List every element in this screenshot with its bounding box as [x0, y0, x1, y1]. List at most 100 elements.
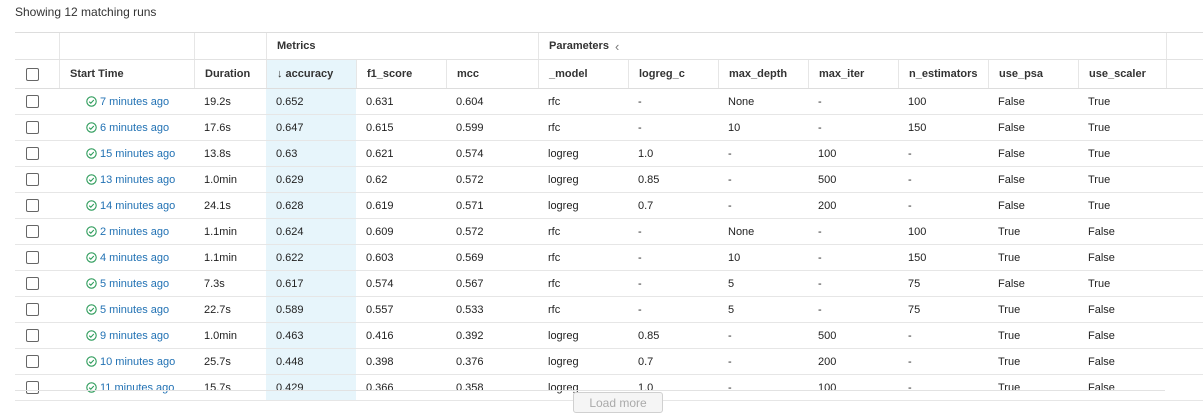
cell-f1-score: 0.615: [366, 121, 394, 134]
header-max-depth[interactable]: max_depth: [718, 60, 808, 88]
cell-accuracy: 0.429: [266, 375, 356, 400]
cell-max-depth: 5: [728, 303, 735, 316]
check-circle-icon: [86, 122, 97, 133]
table-row[interactable]: 13 minutes ago 1.0min 0.629 0.62 0.572 logreg…: [15, 167, 1203, 193]
run-start-time-cell: 2 minutes ago: [59, 219, 194, 244]
run-link[interactable]: 13 minutes ago: [100, 174, 175, 186]
select-all-checkbox[interactable]: [26, 67, 39, 81]
cell-use-psa: False: [998, 277, 1025, 290]
cell-f1-score: 0.416: [366, 329, 394, 342]
cell-mcc: 0.533: [456, 303, 484, 316]
header-logreg-c[interactable]: logreg_c: [628, 60, 718, 88]
cell-n-estimators: 100: [908, 95, 927, 108]
row-checkbox[interactable]: [26, 381, 39, 394]
header-max-iter[interactable]: max_iter: [808, 60, 898, 88]
check-circle-icon: [86, 330, 97, 341]
cell-max-depth: None: [728, 95, 755, 108]
row-select-cell: [15, 323, 59, 348]
check-circle-icon: [86, 304, 97, 315]
row-select-cell: [15, 271, 59, 296]
row-checkbox[interactable]: [26, 199, 39, 212]
cell-max-iter: 200: [818, 355, 837, 368]
run-start-time-cell: 10 minutes ago: [59, 349, 194, 374]
cell-n-estimators: -: [908, 355, 912, 368]
cell-max-depth: -: [728, 329, 732, 342]
row-checkbox[interactable]: [26, 95, 39, 108]
cell-max-iter: 200: [818, 199, 837, 212]
cell-mcc: 0.376: [456, 355, 484, 368]
cell-f1-score: 0.366: [366, 381, 394, 394]
run-link[interactable]: 6 minutes ago: [100, 122, 169, 134]
cell-n-estimators: -: [908, 381, 912, 394]
collapse-chevron-icon[interactable]: ‹: [615, 39, 619, 54]
header-accuracy[interactable]: ↓ accuracy: [266, 60, 356, 88]
cell-f1-score: 0.609: [366, 225, 394, 238]
header-use-psa[interactable]: use_psa: [988, 60, 1078, 88]
cell-accuracy: 0.622: [266, 245, 356, 270]
cell-accuracy: 0.628: [266, 193, 356, 218]
table-row[interactable]: 5 minutes ago 22.7s 0.589 0.557 0.533 rfc - 5 - 7…: [15, 297, 1203, 323]
cell-use-psa: False: [998, 173, 1025, 186]
table-bottom-divider: [15, 390, 1165, 391]
table-row[interactable]: 10 minutes ago 25.7s 0.448 0.398 0.376 logreg…: [15, 349, 1203, 375]
run-link[interactable]: 10 minutes ago: [100, 356, 175, 368]
cell-model: rfc: [548, 251, 561, 264]
cell-logreg-c: 0.85: [638, 173, 660, 186]
cell-logreg-c: -: [638, 303, 642, 316]
row-checkbox[interactable]: [26, 121, 39, 134]
cell-use-scaler: False: [1088, 225, 1115, 238]
run-link[interactable]: 2 minutes ago: [100, 226, 169, 238]
header-mcc[interactable]: mcc: [446, 60, 538, 88]
header-model[interactable]: _model: [538, 60, 628, 88]
header-f1-score[interactable]: f1_score: [356, 60, 446, 88]
cell-n-estimators: 75: [908, 277, 921, 290]
cell-logreg-c: 1.0: [638, 147, 654, 160]
header-n-estimators[interactable]: n_estimators: [898, 60, 988, 88]
row-checkbox[interactable]: [26, 277, 39, 290]
cell-f1-score: 0.603: [366, 251, 394, 264]
row-checkbox[interactable]: [26, 303, 39, 316]
row-select-cell: [15, 167, 59, 192]
row-checkbox[interactable]: [26, 147, 39, 160]
run-start-time-cell: 13 minutes ago: [59, 167, 194, 192]
run-link[interactable]: 11 minutes ago: [100, 382, 174, 394]
run-link[interactable]: 7 minutes ago: [100, 96, 169, 108]
row-checkbox[interactable]: [26, 329, 39, 342]
table-row[interactable]: 5 minutes ago 7.3s 0.617 0.574 0.567 rfc - 5 - 75…: [15, 271, 1203, 297]
run-link[interactable]: 5 minutes ago: [100, 278, 169, 290]
run-link[interactable]: 9 minutes ago: [100, 330, 169, 342]
table-row[interactable]: 4 minutes ago 1.1min 0.622 0.603 0.569 rfc - 10…: [15, 245, 1203, 271]
header-duration[interactable]: Duration: [194, 60, 266, 88]
table-row[interactable]: 6 minutes ago 17.6s 0.647 0.615 0.599 rfc - 10 -…: [15, 115, 1203, 141]
header-use-scaler[interactable]: use_scaler: [1078, 60, 1166, 88]
table-row[interactable]: 9 minutes ago 1.0min 0.463 0.416 0.392 logreg…: [15, 323, 1203, 349]
header-start-time[interactable]: Start Time: [59, 60, 194, 88]
run-link[interactable]: 4 minutes ago: [100, 252, 169, 264]
cell-use-psa: True: [998, 329, 1021, 342]
load-more-button[interactable]: Load more: [573, 392, 663, 413]
cell-use-psa: False: [998, 121, 1025, 134]
table-row[interactable]: 2 minutes ago 1.1min 0.624 0.609 0.572 rfc - No…: [15, 219, 1203, 245]
table-row[interactable]: 14 minutes ago 24.1s 0.628 0.619 0.571 logreg…: [15, 193, 1203, 219]
cell-logreg-c: -: [638, 277, 642, 290]
row-checkbox[interactable]: [26, 173, 39, 186]
cell-max-iter: 500: [818, 329, 837, 342]
row-checkbox[interactable]: [26, 355, 39, 368]
table-row[interactable]: 7 minutes ago 19.2s 0.652 0.631 0.604 rfc - Non…: [15, 89, 1203, 115]
table-row[interactable]: 15 minutes ago 13.8s 0.63 0.621 0.574 logreg 1…: [15, 141, 1203, 167]
check-circle-icon: [86, 226, 97, 237]
group-header-spacer: [59, 33, 194, 59]
cell-model: logreg: [548, 329, 579, 342]
column-header-row: Start Time Duration ↓ accuracy f1_score m…: [15, 60, 1203, 89]
run-link[interactable]: 15 minutes ago: [100, 148, 175, 160]
row-checkbox[interactable]: [26, 251, 39, 264]
cell-max-iter: -: [818, 95, 822, 108]
parameters-group-header[interactable]: Parameters ‹: [538, 33, 1166, 59]
run-link[interactable]: 5 minutes ago: [100, 304, 169, 316]
run-link[interactable]: 14 minutes ago: [100, 200, 175, 212]
cell-accuracy: 0.463: [266, 323, 356, 348]
check-circle-icon: [86, 174, 97, 185]
cell-use-psa: False: [998, 199, 1025, 212]
row-checkbox[interactable]: [26, 225, 39, 238]
cell-logreg-c: 0.7: [638, 199, 654, 212]
